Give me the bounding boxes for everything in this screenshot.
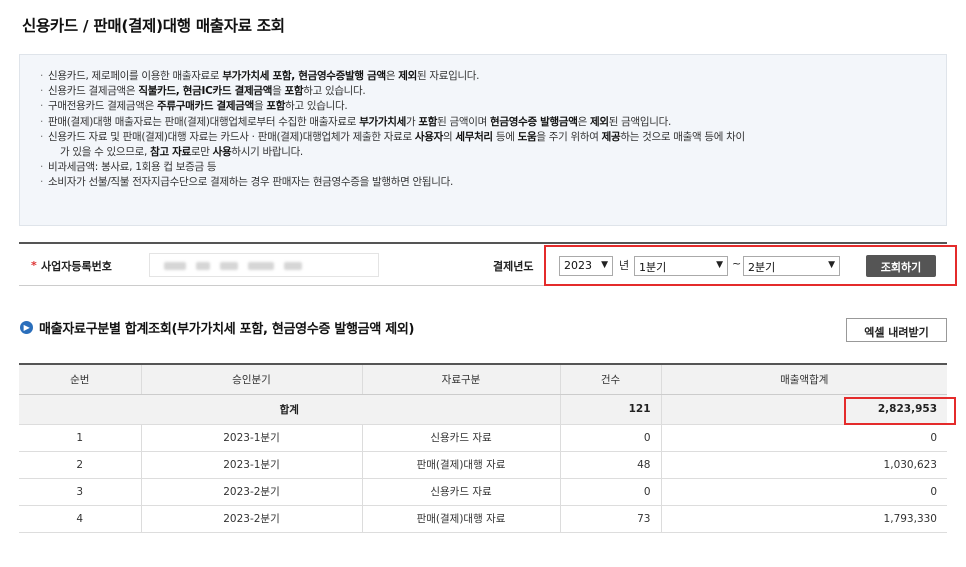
cell-amount: 0 xyxy=(660,424,947,452)
cell-count: 73 xyxy=(559,505,661,533)
highlight-box xyxy=(843,396,956,425)
notice-item: 소비자가 선불/직불 전자지급수단으로 결제하는 경우 판매자는 현금영수증을 … xyxy=(40,175,930,190)
cell-type: 신용카드 자료 xyxy=(361,424,560,452)
table-row: 3 2023-2분기 신용카드 자료 0 0 xyxy=(19,478,947,506)
notice-item: 신용카드 결제금액은 직불카드, 현금IC카드 결제금액을 포함하고 있습니다. xyxy=(40,84,930,99)
cell-no: 3 xyxy=(19,478,141,506)
header-amount: 매출액합계 xyxy=(660,363,947,395)
cell-quarter: 2023-2분기 xyxy=(140,478,362,506)
masked-text xyxy=(164,262,186,270)
notice-item: 구매전용카드 결제금액은 주류구매카드 결제금액을 포함하고 있습니다. xyxy=(40,99,930,114)
table-row: 4 2023-2분기 판매(결제)대행 자료 73 1,793,330 xyxy=(19,505,947,533)
masked-text xyxy=(196,262,210,270)
cell-type: 판매(결제)대행 자료 xyxy=(361,451,560,479)
page-title: 신용카드 / 판매(결제)대행 매출자료 조회 xyxy=(22,17,285,35)
table-row: 2 2023-1분기 판매(결제)대행 자료 48 1,030,623 xyxy=(19,451,947,479)
header-quarter: 승인분기 xyxy=(140,363,362,395)
highlight-box xyxy=(544,245,957,286)
cell-type: 신용카드 자료 xyxy=(361,478,560,506)
cell-count: 0 xyxy=(559,478,661,506)
table-row: 1 2023-1분기 신용카드 자료 0 0 xyxy=(19,424,947,452)
total-label: 합계 xyxy=(19,394,560,425)
business-number-field[interactable] xyxy=(149,253,379,277)
notice-item: 신용카드, 제로페이를 이용한 매출자료로 부가가치세 포함, 현금영수증발행 … xyxy=(40,69,930,84)
header-no: 순번 xyxy=(19,363,141,395)
business-number-label: 사업자등록번호 xyxy=(41,260,112,273)
cell-no: 1 xyxy=(19,424,141,452)
table-header-row: 순번 승인분기 자료구분 건수 매출액합계 xyxy=(19,363,947,395)
notice-item: 비과세금액: 봉사료, 1회용 컵 보증금 등 xyxy=(40,160,930,175)
year-label: 결제년도 xyxy=(493,260,534,273)
header-type: 자료구분 xyxy=(361,363,560,395)
section-title: ▶ 매출자료구분별 합계조회(부가가치세 포함, 현금영수증 발행금액 제외) xyxy=(20,318,415,337)
required-mark: * xyxy=(31,259,37,272)
cell-quarter: 2023-1분기 xyxy=(140,451,362,479)
notice-item-continued: 가 있을 수 있으므로, 참고 자료로만 사용하시기 바랍니다. xyxy=(60,146,303,159)
total-count: 121 xyxy=(559,394,661,425)
notice-item: 판매(결제)대행 매출자료는 판매(결제)대행업체로부터 수집한 매출자료로 부… xyxy=(40,115,930,130)
search-bar: * 사업자등록번호 결제년도 2023 ▼ 년 1분기 ▼ ~ 2분기 ▼ 조회하기 xyxy=(19,242,957,286)
notice-box: 신용카드, 제로페이를 이용한 매출자료로 부가가치세 포함, 현금영수증발행 … xyxy=(19,54,947,226)
notice-item: 신용카드 자료 및 판매(결제)대행 자료는 카드사 · 판매(결제)대행업체가… xyxy=(40,130,930,145)
masked-text xyxy=(248,262,274,270)
header-count: 건수 xyxy=(559,363,661,395)
total-row: 합계 121 2,823,953 xyxy=(19,394,956,425)
cell-type: 판매(결제)대행 자료 xyxy=(361,505,560,533)
cell-count: 0 xyxy=(559,424,661,452)
cell-amount: 0 xyxy=(660,478,947,506)
cell-quarter: 2023-1분기 xyxy=(140,424,362,452)
excel-download-button[interactable]: 엑셀 내려받기 xyxy=(846,318,947,342)
cell-count: 48 xyxy=(559,451,661,479)
cell-amount: 1,793,330 xyxy=(660,505,947,533)
arrow-right-circle-icon: ▶ xyxy=(20,321,33,334)
masked-text xyxy=(220,262,238,270)
masked-text xyxy=(284,262,302,270)
cell-quarter: 2023-2분기 xyxy=(140,505,362,533)
cell-no: 4 xyxy=(19,505,141,533)
cell-amount: 1,030,623 xyxy=(660,451,947,479)
total-amount-cell: 2,823,953 xyxy=(660,394,956,425)
cell-no: 2 xyxy=(19,451,141,479)
sales-summary-table: 순번 승인분기 자료구분 건수 매출액합계 합계 121 2,823,953 1… xyxy=(19,363,956,533)
